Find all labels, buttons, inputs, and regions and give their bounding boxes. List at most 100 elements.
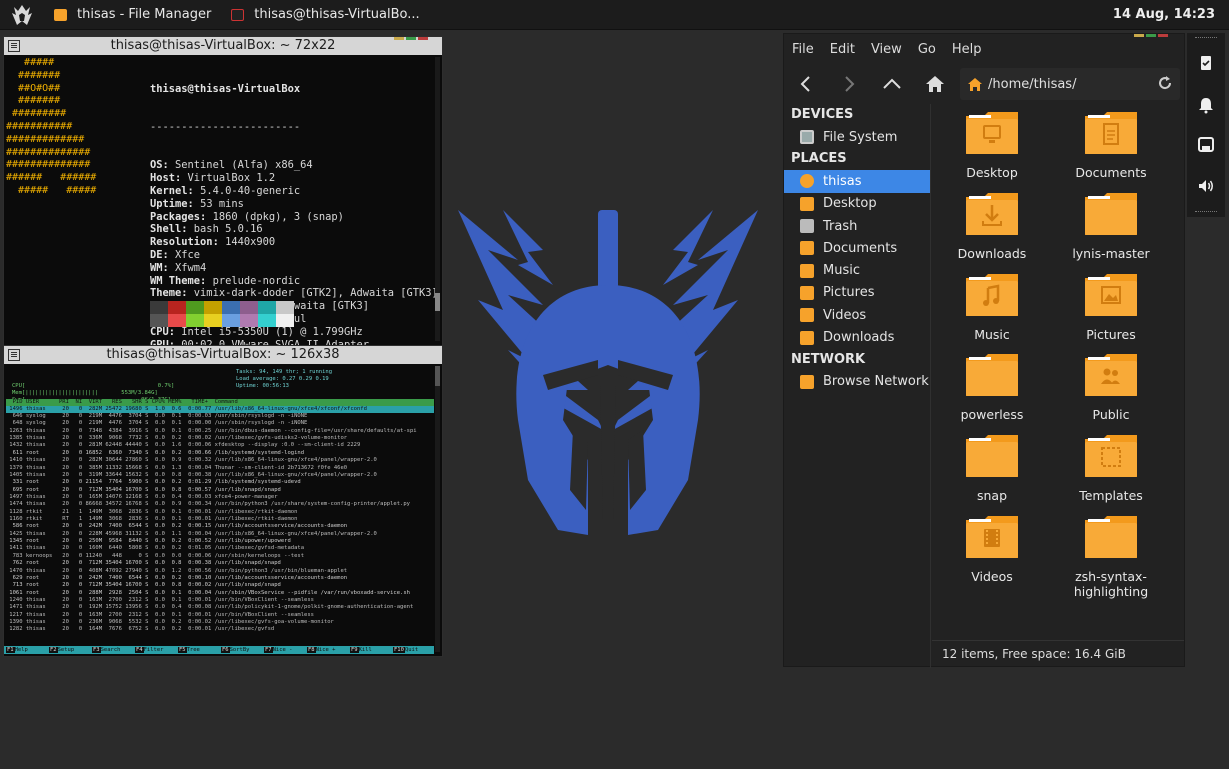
task-terminal[interactable]: thisas@thisas-VirtualBo... — [221, 0, 429, 30]
scrollbar[interactable] — [435, 57, 440, 341]
process-row[interactable]: 1390 thisas 20 0 236M 9068 5532 S 0.0 0.… — [6, 619, 417, 626]
process-row[interactable]: 783 kernoops 20 0 11240 448 0 S 0.0 0.0 … — [6, 553, 417, 560]
terminal-titlebar[interactable]: thisas@thisas-VirtualBox: ~ 126x38 — [4, 346, 442, 364]
file-item[interactable]: Public — [1051, 352, 1171, 422]
process-row[interactable]: 331 root 20 0 21154 7764 5900 S 0.0 0.2 … — [6, 479, 417, 486]
htop-content[interactable]: CPU[ 0.7%] Mem[|||||||||||||||||||||| 55… — [4, 364, 442, 656]
applications-menu-button[interactable] — [0, 0, 44, 30]
process-row[interactable]: 1345 root 20 0 250M 9584 8440 S 0.0 0.2 … — [6, 538, 417, 545]
process-row[interactable]: 586 root 20 0 242M 7400 6544 S 0.0 0.2 0… — [6, 523, 417, 530]
sidebar-item-downloads[interactable]: Downloads — [784, 326, 930, 348]
process-row[interactable]: 1425 thisas 20 0 228M 45968 31132 S 0.0 … — [6, 531, 417, 538]
fkey-sortby[interactable]: F6SortBy — [219, 646, 262, 654]
volume-icon[interactable] — [1196, 176, 1216, 196]
process-row[interactable]: 1411 thisas 20 0 160M 6440 5808 S 0.0 0.… — [6, 545, 417, 552]
process-row[interactable]: 1061 root 20 0 288M 2928 2504 S 0.0 0.1 … — [6, 590, 417, 597]
menu-file[interactable]: File — [784, 40, 822, 62]
process-row[interactable]: 762 root 20 0 712M 35404 16700 S 0.0 0.8… — [6, 560, 417, 567]
back-button[interactable] — [784, 68, 827, 100]
notification-bell-icon[interactable] — [1196, 95, 1216, 115]
process-row[interactable]: 1432 thisas 20 0 281M 62448 44440 S 0.0 … — [6, 442, 417, 449]
process-row[interactable]: 646 syslog 20 0 219M 4476 3704 S 0.0 0.1… — [6, 413, 417, 420]
process-row[interactable]: 1470 thisas 20 0 408M 47092 27940 S 0.0 … — [6, 568, 417, 575]
fkey-tree[interactable]: F5Tree — [176, 646, 219, 654]
sidebar-item-pictures[interactable]: Pictures — [784, 282, 930, 304]
terminal-titlebar[interactable]: thisas@thisas-VirtualBox: ~ 72x22 — [4, 37, 442, 55]
terminal-content[interactable]: ##### ####### ##O#O## ####### ######### … — [4, 55, 442, 345]
process-column-header[interactable]: PID USER PRI NI VIRT RES SHR S CPU% MEM%… — [6, 399, 434, 406]
forward-button[interactable] — [827, 68, 870, 100]
sidebar-item-thisas[interactable]: thisas — [784, 170, 930, 193]
process-row[interactable]: 1217 thisas 20 0 163M 2700 2312 S 0.0 0.… — [6, 612, 417, 619]
location-bar[interactable]: /home/thisas/ — [960, 68, 1180, 100]
process-row[interactable]: 1410 thisas 20 0 282M 30644 27860 S 0.0 … — [6, 457, 417, 464]
window-menu-icon[interactable] — [8, 40, 20, 52]
file-item[interactable]: snap — [932, 433, 1052, 503]
sidebar-item-desktop[interactable]: Desktop — [784, 193, 930, 215]
process-list[interactable]: 646 syslog 20 0 219M 4476 3704 S 0.0 0.1… — [6, 413, 417, 634]
process-row[interactable]: 1471 thisas 20 0 192M 15752 13956 S 0.0 … — [6, 604, 417, 611]
file-item[interactable]: Videos — [932, 514, 1052, 584]
window-controls[interactable] — [394, 37, 438, 40]
fkey-help[interactable]: F1Help — [4, 646, 47, 654]
network-tray-icon[interactable] — [1196, 135, 1216, 155]
file-item[interactable]: Pictures — [1051, 272, 1171, 342]
process-row[interactable]: 1379 thisas 20 0 385M 11332 15668 S 0.0 … — [6, 465, 417, 472]
home-button[interactable] — [913, 68, 956, 100]
sidebar-item-file-system[interactable]: File System — [784, 126, 930, 148]
file-item[interactable]: Templates — [1051, 433, 1171, 503]
file-item[interactable]: zsh-syntax- highlighting — [1051, 514, 1171, 599]
location-path[interactable]: /home/thisas/ — [988, 77, 1076, 92]
terminal-window-htop[interactable]: thisas@thisas-VirtualBox: ~ 126x38 CPU[ … — [3, 345, 443, 657]
fkey-kill[interactable]: F9Kill — [348, 646, 391, 654]
fkey-nice[interactable]: F7Nice - — [262, 646, 305, 654]
process-row[interactable]: 1128 rtkit 21 1 149M 3068 2836 S 0.0 0.1… — [6, 509, 417, 516]
sidebar-item-videos[interactable]: Videos — [784, 304, 930, 326]
file-item[interactable]: Music — [932, 272, 1052, 342]
clipboard-icon[interactable] — [1196, 53, 1216, 73]
pane-divider[interactable] — [930, 104, 931, 668]
file-item[interactable]: Documents — [1051, 110, 1171, 180]
sidebar-item-documents[interactable]: Documents — [784, 237, 930, 259]
parent-folder-button[interactable] — [870, 68, 913, 100]
menu-help[interactable]: Help — [944, 40, 990, 62]
file-item[interactable]: lynis-master — [1051, 191, 1171, 261]
process-row[interactable]: 1282 thisas 20 0 164M 7676 6752 S 0.0 0.… — [6, 626, 417, 633]
process-row[interactable]: 1263 thisas 20 0 7348 4384 3916 S 0.0 0.… — [6, 428, 416, 435]
menu-edit[interactable]: Edit — [822, 40, 863, 62]
process-row[interactable]: 1474 thisas 20 0 86668 34572 16768 S 0.0… — [6, 501, 417, 508]
clock[interactable]: 14 Aug, 14:23 — [1113, 0, 1215, 30]
terminal-window-neofetch[interactable]: thisas@thisas-VirtualBox: ~ 72x22 ##### … — [3, 36, 443, 346]
process-row[interactable]: 611 root 20 0 16852 6360 7340 S 0.0 0.2 … — [6, 450, 417, 457]
process-row[interactable]: 648 syslog 20 0 219M 4476 3704 S 0.0 0.1… — [6, 420, 417, 427]
process-row[interactable]: 713 root 20 0 712M 35404 16700 S 0.0 0.8… — [6, 582, 417, 589]
scrollbar[interactable] — [435, 366, 440, 652]
file-manager-window[interactable]: File Edit View Go Help /home/thisas/ DEV… — [783, 33, 1185, 668]
process-row[interactable]: 1497 thisas 20 0 165M 14076 12168 S 0.0 … — [6, 494, 417, 501]
file-item[interactable]: Downloads — [932, 191, 1052, 261]
task-file-manager[interactable]: thisas - File Manager — [44, 0, 221, 30]
fkey-filter[interactable]: F4Filter — [133, 646, 176, 654]
sidebar-item-music[interactable]: Music — [784, 259, 930, 281]
sidebar-item-trash[interactable]: Trash — [784, 215, 930, 237]
reload-icon[interactable] — [1158, 76, 1172, 90]
process-row[interactable]: 695 root 20 0 712M 35404 16700 S 0.0 0.8… — [6, 487, 417, 494]
process-row[interactable]: 1160 rtkit RT 1 149M 3068 2836 S 0.0 0.1… — [6, 516, 417, 523]
menu-view[interactable]: View — [863, 40, 910, 62]
process-row[interactable]: 1405 thisas 20 0 319M 33644 15632 S 0.0 … — [6, 472, 417, 479]
fkey-nice[interactable]: F8Nice + — [305, 646, 348, 654]
file-item[interactable]: Desktop — [932, 110, 1052, 180]
window-controls[interactable] — [1134, 34, 1178, 37]
sidebar-item-browse-network[interactable]: Browse Network — [784, 371, 930, 393]
function-key-bar[interactable]: F1Help F2Setup F3Search F4Filter F5Tree F6Sor… — [4, 646, 434, 654]
fkey-search[interactable]: F3Search — [90, 646, 133, 654]
selected-process-row[interactable]: 1496 thisas 20 0 282M 25472 19680 S 1.0 … — [6, 406, 434, 413]
file-item[interactable]: powerless — [932, 352, 1052, 422]
process-row[interactable]: 629 root 20 0 242M 7400 6544 S 0.0 0.2 0… — [6, 575, 417, 582]
fkey-setup[interactable]: F2Setup — [47, 646, 90, 654]
process-row[interactable]: 1385 thisas 20 0 336M 9068 7732 S 0.0 0.… — [6, 435, 417, 442]
menu-go[interactable]: Go — [910, 40, 944, 62]
process-row[interactable]: 1240 thisas 20 0 163M 2700 2312 S 0.0 0.… — [6, 597, 417, 604]
fkey-quit[interactable]: F10Quit — [391, 646, 434, 654]
window-menu-icon[interactable] — [8, 349, 20, 361]
